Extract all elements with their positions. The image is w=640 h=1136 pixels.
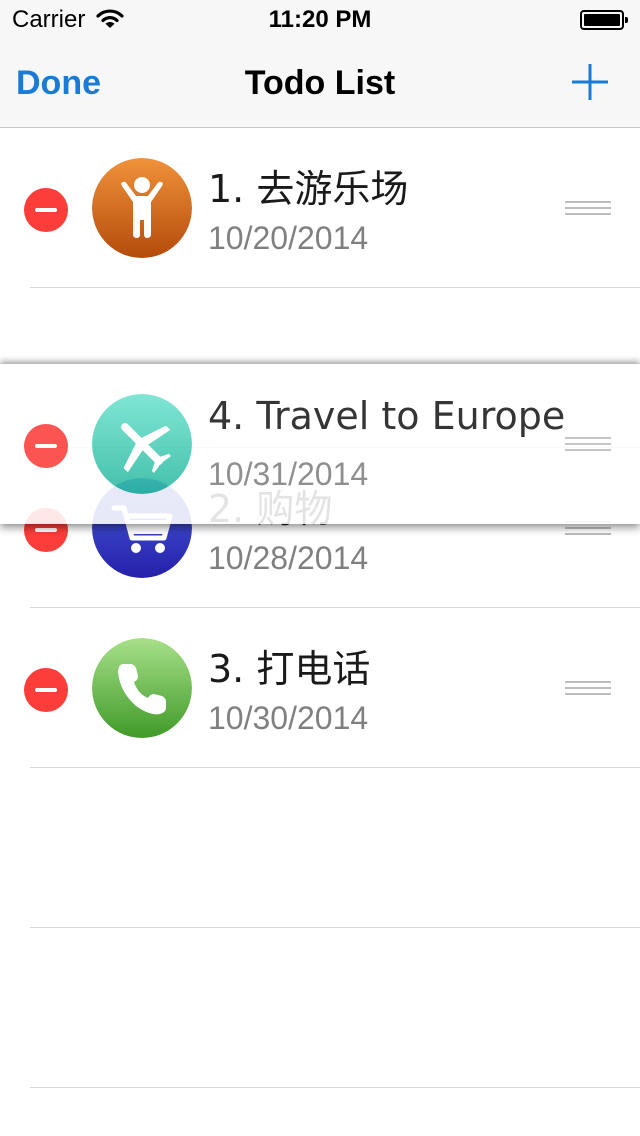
- delete-button[interactable]: [24, 668, 68, 712]
- row-separator: [30, 1087, 640, 1088]
- status-time: 11:20 PM: [268, 6, 372, 33]
- todo-date: 10/28/2014: [208, 540, 369, 576]
- phone-icon: [92, 638, 192, 738]
- reorder-handle-icon[interactable]: [565, 201, 611, 219]
- reorder-handle-icon[interactable]: [565, 437, 611, 455]
- delete-button[interactable]: [24, 424, 68, 468]
- empty-row: [0, 768, 640, 928]
- todo-date: 10/30/2014: [208, 700, 369, 736]
- todo-date: 10/31/2014: [208, 456, 369, 492]
- todo-title: 3. 打电话: [208, 647, 371, 691]
- dragging-row[interactable]: 4. Travel to Europe 10/31/2014: [0, 364, 640, 524]
- child-icon: [92, 158, 192, 258]
- table-row[interactable]: 1. 去游乐场 10/20/2014: [0, 128, 640, 288]
- todo-title: 4. Travel to Europe: [208, 394, 566, 438]
- todo-title: 1. 去游乐场: [208, 167, 409, 211]
- page-title: Todo List: [244, 64, 396, 102]
- reorder-handle-icon[interactable]: [565, 681, 611, 699]
- airplane-icon: [92, 394, 192, 494]
- battery-icon: [580, 10, 628, 30]
- status-bar: Carrier 11:20 PM: [0, 0, 640, 40]
- todo-date: 10/20/2014: [208, 220, 369, 256]
- empty-row: [0, 928, 640, 1088]
- delete-button[interactable]: [24, 188, 68, 232]
- table-row[interactable]: 3. 打电话 10/30/2014: [0, 608, 640, 768]
- navigation-bar: Done Todo List: [0, 40, 640, 128]
- add-icon[interactable]: [570, 62, 610, 102]
